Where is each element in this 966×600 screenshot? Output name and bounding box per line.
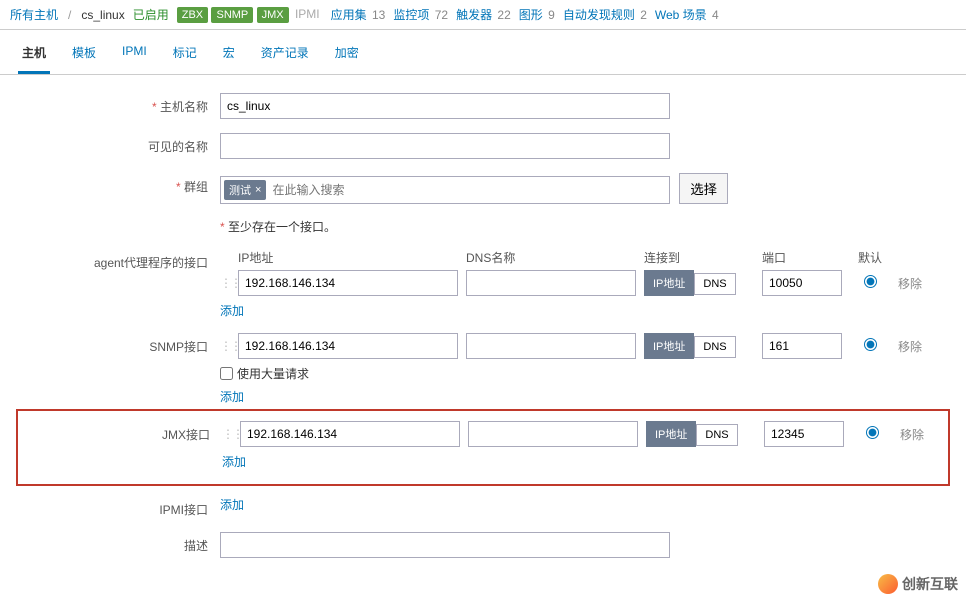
tab-inventory[interactable]: 资产记录 bbox=[257, 38, 313, 74]
tab-host[interactable]: 主机 bbox=[18, 38, 50, 74]
badge-jmx: JMX bbox=[257, 7, 289, 23]
groups-search-input[interactable] bbox=[269, 180, 666, 200]
agent-add-link[interactable]: 添加 bbox=[220, 302, 244, 319]
visible-name-input[interactable] bbox=[220, 133, 670, 159]
label-groups: 群组 bbox=[20, 173, 220, 195]
label-description: 描述 bbox=[20, 532, 220, 554]
hdr-ip: IP地址 bbox=[238, 249, 458, 266]
jmx-ip-input[interactable] bbox=[240, 421, 460, 447]
remove-tag-icon[interactable]: × bbox=[255, 184, 261, 196]
breadcrumb-current: cs_linux bbox=[81, 8, 124, 22]
link-web[interactable]: Web 场景 4 bbox=[655, 6, 719, 23]
tab-bar: 主机 模板 IPMI 标记 宏 资产记录 加密 bbox=[0, 30, 966, 75]
agent-conn-ip-button[interactable]: IP地址 bbox=[644, 270, 694, 296]
drag-handle-icon[interactable]: ⋮⋮ bbox=[222, 427, 232, 441]
jmx-conn-dns-button[interactable]: DNS bbox=[696, 424, 737, 446]
link-graphs[interactable]: 图形 9 bbox=[519, 6, 555, 23]
jmx-add-link[interactable]: 添加 bbox=[222, 453, 246, 470]
jmx-default-radio[interactable] bbox=[866, 426, 879, 439]
hdr-port: 端口 bbox=[762, 249, 842, 266]
tab-ipmi[interactable]: IPMI bbox=[118, 38, 151, 74]
label-visible-name: 可见的名称 bbox=[20, 133, 220, 155]
jmx-interface-row: ⋮⋮ IP地址DNS 移除 bbox=[222, 421, 944, 447]
ipmi-add-link[interactable]: 添加 bbox=[220, 496, 244, 513]
snmp-port-input[interactable] bbox=[762, 333, 842, 359]
link-triggers[interactable]: 触发器 22 bbox=[456, 6, 511, 23]
jmx-remove-link[interactable]: 移除 bbox=[900, 426, 940, 443]
label-ipmi-interface: IPMI接口 bbox=[20, 496, 220, 518]
description-input[interactable] bbox=[220, 532, 670, 558]
jmx-conn-ip-button[interactable]: IP地址 bbox=[646, 421, 696, 447]
agent-conn-dns-button[interactable]: DNS bbox=[694, 273, 735, 295]
interface-required-note: 至少存在一个接口。 bbox=[220, 220, 336, 234]
agent-interface-row: ⋮⋮ IP地址DNS 移除 bbox=[220, 270, 946, 296]
drag-handle-icon[interactable]: ⋮⋮ bbox=[220, 276, 230, 290]
jmx-port-input[interactable] bbox=[764, 421, 844, 447]
snmp-remove-link[interactable]: 移除 bbox=[898, 338, 938, 355]
hostname-input[interactable] bbox=[220, 93, 670, 119]
snmp-conn-dns-button[interactable]: DNS bbox=[694, 336, 735, 358]
badge-zbx: ZBX bbox=[177, 7, 208, 23]
agent-ip-input[interactable] bbox=[238, 270, 458, 296]
hdr-default: 默认 bbox=[850, 249, 890, 266]
link-items[interactable]: 监控项 72 bbox=[393, 6, 448, 23]
snmp-conn-ip-button[interactable]: IP地址 bbox=[644, 333, 694, 359]
breadcrumb-all-hosts[interactable]: 所有主机 bbox=[10, 6, 58, 23]
breadcrumb-sep: / bbox=[68, 8, 71, 22]
group-tag: 测试× bbox=[224, 180, 266, 200]
tab-macros[interactable]: 宏 bbox=[219, 38, 239, 74]
watermark: 创新互联 bbox=[878, 574, 958, 594]
snmp-default-radio[interactable] bbox=[864, 338, 877, 351]
select-group-button[interactable]: 选择 bbox=[679, 173, 728, 204]
protocol-badges: ZBX SNMP JMX IPMI bbox=[177, 7, 323, 23]
groups-multiselect[interactable]: 测试× bbox=[220, 176, 670, 204]
snmp-interface-row: ⋮⋮ IP地址DNS 移除 bbox=[220, 333, 946, 359]
agent-port-input[interactable] bbox=[762, 270, 842, 296]
tab-tags[interactable]: 标记 bbox=[169, 38, 201, 74]
snmp-dns-input[interactable] bbox=[466, 333, 636, 359]
agent-default-radio[interactable] bbox=[864, 275, 877, 288]
agent-dns-input[interactable] bbox=[466, 270, 636, 296]
tab-templates[interactable]: 模板 bbox=[68, 38, 100, 74]
badge-ipmi: IPMI bbox=[292, 5, 323, 23]
link-applications[interactable]: 应用集 13 bbox=[331, 6, 386, 23]
snmp-ip-input[interactable] bbox=[238, 333, 458, 359]
hdr-conn: 连接到 bbox=[644, 249, 754, 266]
label-agent-interface: agent代理程序的接口 bbox=[20, 249, 220, 271]
label-snmp-interface: SNMP接口 bbox=[20, 333, 220, 355]
snmp-add-link[interactable]: 添加 bbox=[220, 388, 244, 405]
link-discovery[interactable]: 自动发现规则 2 bbox=[563, 6, 647, 23]
hdr-dns: DNS名称 bbox=[466, 249, 636, 266]
drag-handle-icon[interactable]: ⋮⋮ bbox=[220, 339, 230, 353]
snmp-bulk-checkbox[interactable] bbox=[220, 367, 233, 380]
badge-snmp: SNMP bbox=[211, 7, 253, 23]
label-hostname: 主机名称 bbox=[20, 93, 220, 115]
jmx-dns-input[interactable] bbox=[468, 421, 638, 447]
host-header: 所有主机 / cs_linux 已启用 ZBX SNMP JMX IPMI 应用… bbox=[0, 0, 966, 30]
snmp-bulk-label: 使用大量请求 bbox=[237, 365, 309, 382]
watermark-icon bbox=[878, 574, 898, 594]
label-jmx-interface: JMX接口 bbox=[22, 421, 222, 443]
jmx-highlight: JMX接口 ⋮⋮ IP地址DNS 移除 添加 bbox=[16, 409, 950, 486]
host-form: 主机名称 可见的名称 群组 测试× 选择 至少存在一个接口。 agent代理程序… bbox=[0, 75, 966, 590]
status-enabled: 已启用 bbox=[133, 6, 169, 23]
agent-remove-link[interactable]: 移除 bbox=[898, 275, 938, 292]
tab-encryption[interactable]: 加密 bbox=[331, 38, 363, 74]
